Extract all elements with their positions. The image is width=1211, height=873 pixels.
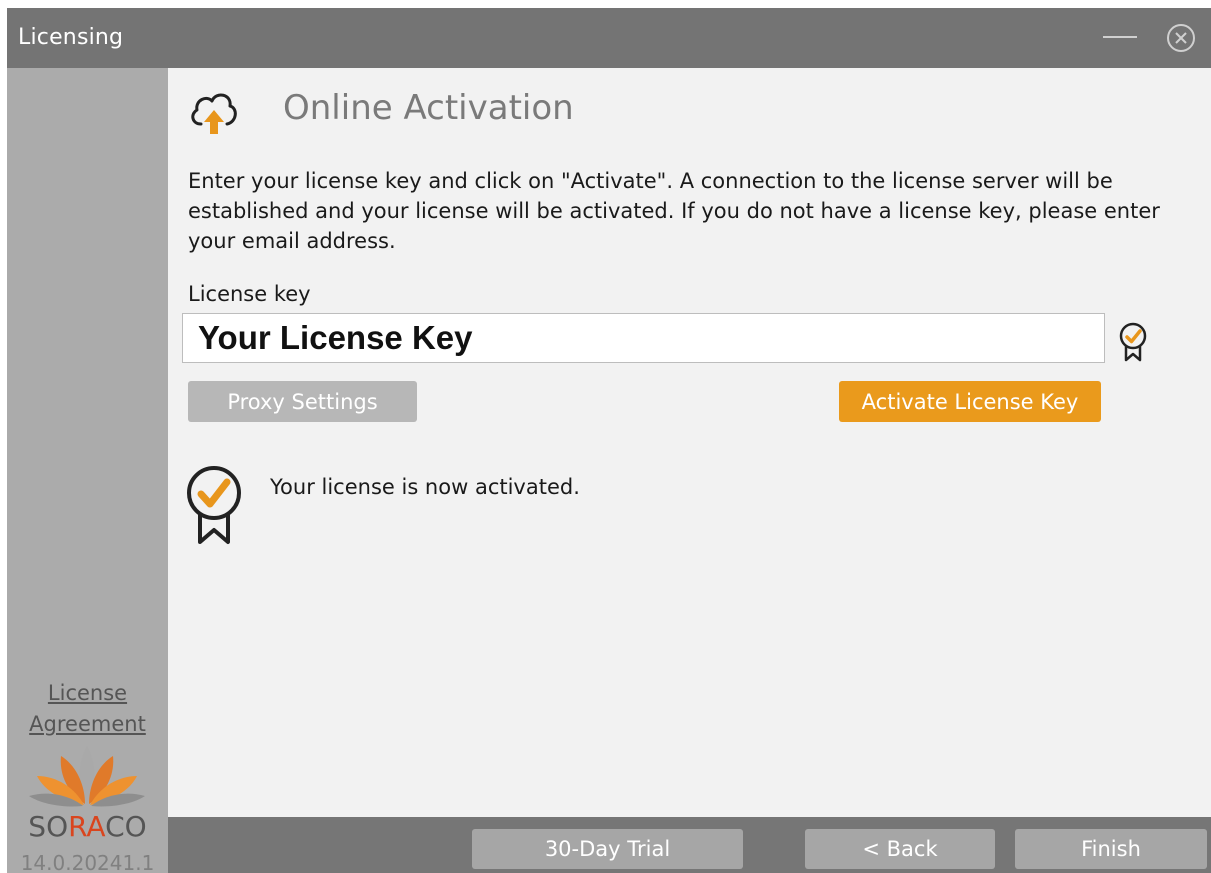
certificate-badge-icon <box>1119 322 1147 362</box>
trial-button[interactable]: 30-Day Trial <box>472 829 743 869</box>
page-title: Online Activation <box>283 88 574 128</box>
main-panel: Online Activation Enter your license key… <box>168 68 1211 817</box>
close-icon <box>1167 24 1195 52</box>
license-agreement-line1: License <box>47 681 128 705</box>
minimize-button[interactable] <box>1101 22 1139 52</box>
soraco-logo-icon <box>29 746 145 807</box>
version-label: 14.0.20241.1 <box>20 851 155 873</box>
window-title: Licensing <box>18 25 124 50</box>
soraco-logo-text: SORACO <box>28 810 147 843</box>
back-button[interactable]: < Back <box>805 829 995 869</box>
close-button[interactable] <box>1165 22 1197 54</box>
proxy-settings-button[interactable]: Proxy Settings <box>188 381 417 422</box>
finish-button[interactable]: Finish <box>1015 829 1207 869</box>
instructions-text: Enter your license key and click on "Act… <box>188 169 1160 253</box>
license-key-input[interactable] <box>182 313 1105 363</box>
title-bar: Licensing <box>7 8 1211 68</box>
activate-license-key-button[interactable]: Activate License Key <box>839 381 1101 422</box>
license-agreement-line2: Agreement <box>29 712 146 736</box>
license-agreement-link[interactable]: License Agreement <box>7 678 168 740</box>
license-key-label: License key <box>188 282 311 306</box>
certificate-badge-icon <box>187 466 241 544</box>
minimize-icon <box>1103 36 1137 38</box>
licensing-window: Licensing License Agreement SORACO 14.0.… <box>7 8 1211 873</box>
footer-bar: 30-Day Trial < Back Finish <box>168 817 1211 873</box>
cloud-upload-icon <box>191 93 237 134</box>
activation-status-message: Your license is now activated. <box>270 475 580 499</box>
sidebar: License Agreement SORACO 14.0.20241.1 <box>7 68 168 873</box>
